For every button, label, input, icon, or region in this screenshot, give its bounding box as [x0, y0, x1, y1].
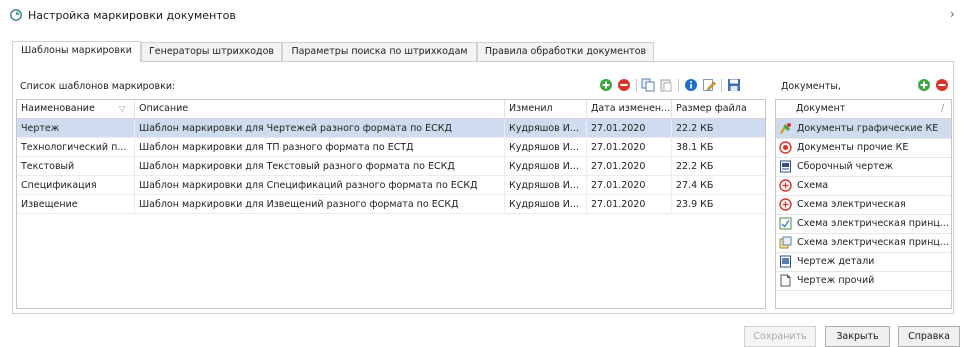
electric-principal-scheme-alt-icon [779, 236, 792, 249]
part-drawing-icon [780, 255, 791, 268]
documents-section-label: Документы, [781, 81, 841, 92]
cell-name: Чертеж [17, 119, 135, 138]
paste-icon[interactable] [659, 78, 673, 92]
cell-description: Шаблон маркировки для Спецификаций разно… [135, 176, 505, 195]
list-item[interactable]: Схема [776, 176, 951, 196]
table-row[interactable]: Чертеж Шаблон маркировки для Чертежей ра… [17, 119, 765, 138]
cell-date: 27.01.2020 [587, 176, 672, 195]
table-row[interactable]: Извещение Шаблон маркировки для Извещени… [17, 195, 765, 214]
table-header: Наименование ▽ Описание Изменил Дата изм… [17, 100, 765, 119]
documents-header: Документ / [776, 100, 951, 119]
add-document-icon[interactable] [917, 78, 931, 92]
edit-icon[interactable] [702, 78, 716, 92]
document-label: Сборочный чертеж [797, 161, 894, 172]
cell-changed-by: Кудряшов И... [505, 195, 587, 214]
cell-size: 38.1 КБ [672, 138, 765, 157]
cell-name: Технологический п... [17, 138, 135, 157]
cell-name: Извещение [17, 195, 135, 214]
window-title: Настройка маркировки документов [28, 9, 236, 22]
cell-description: Шаблон маркировки для Текстовый разного … [135, 157, 505, 176]
tab-document-processing-rules[interactable]: Правила обработки документов [477, 42, 654, 61]
column-header-date[interactable]: Дата изменен... [587, 100, 672, 118]
save-icon[interactable] [727, 78, 741, 92]
column-header-size[interactable]: Размер файла [672, 100, 765, 118]
document-label: Схема электрическая принц... [797, 237, 949, 248]
other-drawing-icon [780, 274, 791, 287]
help-button[interactable]: Справка [898, 326, 960, 347]
cell-date: 27.01.2020 [587, 157, 672, 176]
column-header-document[interactable]: Документ / [776, 100, 951, 118]
cell-size: 23.9 КБ [672, 195, 765, 214]
electric-scheme-icon [779, 198, 792, 211]
app-icon [10, 9, 22, 21]
document-label: Чертеж детали [797, 256, 875, 267]
add-icon[interactable] [599, 78, 613, 92]
list-item[interactable]: Документы прочие КЕ [776, 138, 951, 158]
cell-description: Шаблон маркировки для Извещений разного … [135, 195, 505, 214]
table-row[interactable]: Технологический п... Шаблон маркировки д… [17, 138, 765, 157]
document-label: Документы графические КЕ [797, 123, 939, 134]
remove-document-icon[interactable] [935, 78, 949, 92]
column-resize-glyph: / [941, 103, 945, 114]
toolbar-separator [721, 79, 722, 92]
toolbar-separator [678, 79, 679, 92]
cell-size: 22.2 КБ [672, 157, 765, 176]
column-header-name[interactable]: Наименование ▽ [17, 100, 135, 118]
toolbar-separator [636, 79, 637, 92]
tab-barcode-generators[interactable]: Генераторы штрихкодов [141, 42, 282, 61]
list-item[interactable]: Сборочный чертеж [776, 157, 951, 177]
list-item[interactable]: Чертеж прочий [776, 271, 951, 291]
list-item[interactable]: Схема электрическая принц... [776, 233, 951, 253]
scheme-icon [779, 179, 792, 192]
cell-size: 27.4 КБ [672, 176, 765, 195]
tab-barcode-search-params[interactable]: Параметры поиска по штрихкодам [282, 42, 477, 61]
electric-principal-scheme-icon [779, 217, 792, 230]
close-window-icon[interactable]: › [950, 7, 955, 21]
document-label: Документы прочие КЕ [797, 142, 909, 153]
list-item[interactable]: Схема электрическая [776, 195, 951, 215]
cell-date: 27.01.2020 [587, 119, 672, 138]
cell-size: 22.2 КБ [672, 119, 765, 138]
list-item[interactable]: Чертеж детали [776, 252, 951, 272]
tab-marking-templates[interactable]: Шаблоны маркировки [12, 41, 141, 62]
document-label: Чертеж прочий [797, 275, 875, 286]
cell-name: Текстовый [17, 157, 135, 176]
assembly-drawing-icon [780, 160, 791, 173]
cell-changed-by: Кудряшов И... [505, 138, 587, 157]
cell-changed-by: Кудряшов И... [505, 157, 587, 176]
other-docs-icon [779, 141, 792, 154]
cell-date: 27.01.2020 [587, 138, 672, 157]
cell-name: Спецификация [17, 176, 135, 195]
cell-description: Шаблон маркировки для ТП разного формата… [135, 138, 505, 157]
templates-table: Наименование ▽ Описание Изменил Дата изм… [16, 99, 766, 309]
list-item[interactable]: Документы графические КЕ [776, 119, 951, 139]
templates-section-label: Список шаблонов маркировки: [20, 81, 176, 92]
close-button[interactable]: Закрыть [825, 326, 890, 347]
documents-list: Документ / Документы графические КЕ Доку… [775, 99, 952, 309]
table-row[interactable]: Текстовый Шаблон маркировки для Текстовы… [17, 157, 765, 176]
cell-description: Шаблон маркировки для Чертежей разного ф… [135, 119, 505, 138]
cell-changed-by: Кудряшов И... [505, 119, 587, 138]
list-item[interactable]: Схема электрическая принц... [776, 214, 951, 234]
sort-icon[interactable]: ▽ [119, 100, 125, 118]
document-label: Схема [797, 180, 829, 191]
save-button[interactable]: Сохранить [744, 326, 816, 347]
document-label: Схема электрическая принц... [797, 218, 949, 229]
title-bar: Настройка маркировки документов › [0, 0, 962, 30]
cell-changed-by: Кудряшов И... [505, 176, 587, 195]
copy-icon[interactable] [641, 78, 655, 92]
column-header-changed-by[interactable]: Изменил [505, 100, 587, 118]
info-icon[interactable] [684, 78, 698, 92]
cell-date: 27.01.2020 [587, 195, 672, 214]
document-label: Схема электрическая [797, 199, 906, 210]
table-row[interactable]: Спецификация Шаблон маркировки для Специ… [17, 176, 765, 195]
remove-icon[interactable] [617, 78, 631, 92]
graphic-docs-icon [780, 123, 791, 134]
column-header-description[interactable]: Описание [135, 100, 505, 118]
